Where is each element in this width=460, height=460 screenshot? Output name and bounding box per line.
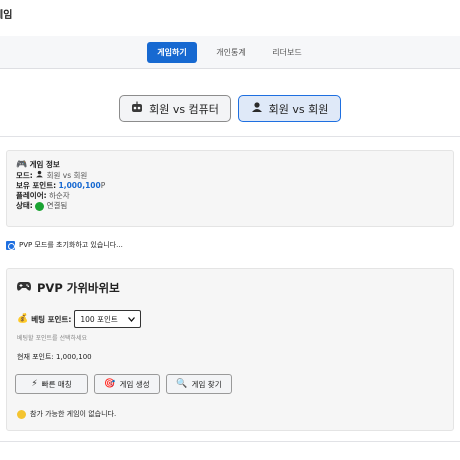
tab-leaderboard[interactable]: 리더보드 [264,42,310,63]
points-value: 1,000,100 [58,181,101,190]
info-player-row: 플레이어: 하순자 [16,191,444,201]
find-game-label: 게임 찾기 [191,379,222,389]
users-icon [251,101,263,116]
find-game-button[interactable]: 🔍 게임 찾기 [166,374,232,394]
divider [0,136,460,137]
bet-selected-value: 100 포인트 [80,314,118,324]
search-icon: 🔍 [176,379,188,389]
mode-value: 회원 vs 회원 [46,171,88,180]
chevron-down-icon [128,315,136,324]
mode-cpu-label: 회원 vs 컴퓨터 [149,102,219,116]
create-game-button[interactable]: 🎯 게임 생성 [94,374,160,394]
bet-points-select[interactable]: 100 포인트 [74,310,142,328]
game-title: PVP 가위바위보 [17,280,120,296]
quick-match-button[interactable]: ⚡ 빠른 매칭 [15,374,88,394]
quick-match-label: 빠른 매칭 [41,379,72,389]
tab-stats[interactable]: 개인통계 [208,42,254,63]
points-unit: P [100,181,106,190]
bet-row: 💰 베팅 포인트: 100 포인트 [17,310,142,328]
empty-games-text: 참가 가능한 게임이 없습니다. [30,410,117,418]
info-heading-row: 🎮 게임 정보 [16,160,444,170]
info-heading: 게임 정보 [29,160,60,169]
pvp-game-panel: PVP 가위바위보 💰 베팅 포인트: 100 포인트 베팅할 포인트를 선택하… [6,268,454,431]
game-info-panel: 🎮 게임 정보 모드: 회원 vs 회원 보유 포인트: 1,000,100P … [6,150,454,227]
bet-label: 베팅 포인트: [31,314,72,324]
current-points: 현재 포인트: 1,000,100 [17,353,92,361]
info-mode-row: 모드: 회원 vs 회원 [16,170,444,181]
empty-games-message: 참가 가능한 게임이 없습니다. [17,409,116,419]
info-points-row: 보유 포인트: 1,000,100P [16,181,444,191]
page-title: 게임 [0,10,13,21]
mode-pvp-label: 회원 vs 회원 [268,102,329,116]
money-bag-icon: 💰 [17,314,29,324]
gamepad-icon [17,281,31,295]
connected-dot-icon [35,201,45,211]
status-value: 연결됨 [46,201,68,210]
status-message-text: PVP 모드를 초기화하고 있습니다... [19,241,123,249]
gamepad-icon: 🎮 [16,160,28,170]
robot-icon [131,101,143,116]
mode-label: 모드: [16,171,33,180]
sad-face-icon [17,409,26,419]
status-label: 상태: [16,201,33,210]
users-icon [35,170,46,180]
divider [0,441,460,442]
lightning-icon: ⚡ [31,379,38,389]
mode-cpu-button[interactable]: 회원 vs 컴퓨터 [119,95,231,122]
points-label: 보유 포인트: [16,181,57,190]
bet-hint: 베팅할 포인트를 선택하세요 [17,335,88,342]
mode-pvp-button[interactable]: 회원 vs 회원 [238,95,341,122]
player-label: 플레이어: [16,191,47,200]
player-value: 하순자 [49,191,70,200]
status-message: PVP 모드를 초기화하고 있습니다... [6,240,123,250]
tab-play[interactable]: 게임하기 [147,42,197,63]
game-title-text: PVP 가위바위보 [37,281,120,295]
top-nav: 게임하기 개인통계 리더보드 [0,36,460,69]
target-icon: 🎯 [104,379,116,389]
info-status-row: 상태: 연결됨 [16,201,444,211]
refresh-icon [6,240,15,250]
create-game-label: 게임 생성 [119,379,150,389]
